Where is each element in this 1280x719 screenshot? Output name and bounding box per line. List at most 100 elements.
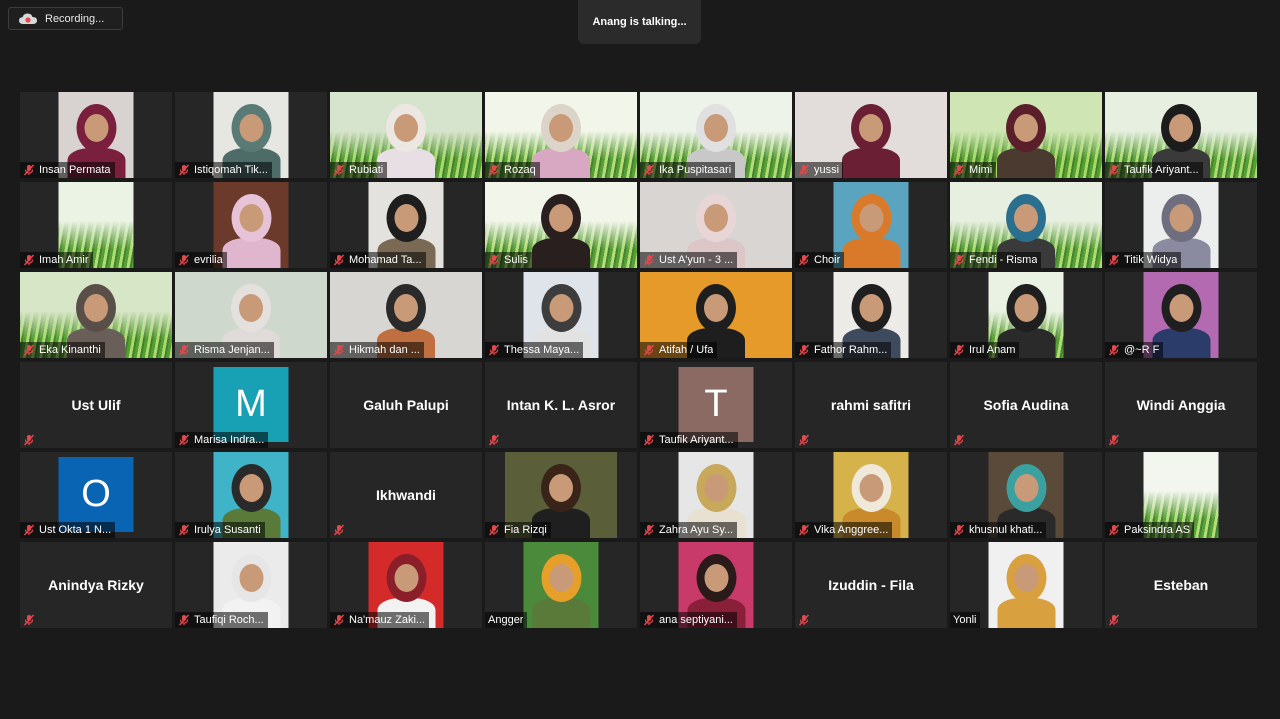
participant-name-label: Eka Kinanthi [20, 342, 105, 358]
participant-name-label: evrilia [175, 252, 227, 268]
participant-name: Zahra Ayu Sy... [659, 524, 734, 536]
participant-tile[interactable]: Fathor Rahm... [795, 272, 947, 358]
participant-tile[interactable]: Hikmah dan ... [330, 272, 482, 358]
participant-name-label: Hikmah dan ... [330, 342, 424, 358]
muted-mic-icon [488, 254, 500, 266]
participant-tile[interactable]: Eka Kinanthi [20, 272, 172, 358]
participant-name: Mimi [969, 164, 993, 176]
participant-tile[interactable]: Choir [795, 182, 947, 268]
participant-tile[interactable]: Irulya Susanti [175, 452, 327, 538]
participant-name: Fathor Rahm... [814, 344, 888, 356]
participant-name-label: Na'mauz Zaki... [330, 612, 430, 628]
muted-mic-icon [23, 344, 35, 356]
participant-name-label: Ust Okta 1 N... [20, 522, 116, 538]
participant-tile[interactable]: Irul Anam [950, 272, 1102, 358]
participant-name: Taufiqi Roch... [194, 614, 264, 626]
participant-tile[interactable]: Izuddin - Fila [795, 542, 947, 628]
participant-display-name: Anindya Rizky [48, 577, 144, 593]
participant-tile[interactable]: Ikhwandi [330, 452, 482, 538]
participant-tile[interactable]: Fia Rizqi [485, 452, 637, 538]
participant-tile[interactable]: Zahra Ayu Sy... [640, 452, 792, 538]
muted-mic-icon [178, 434, 190, 446]
participant-tile[interactable]: Esteban [1105, 542, 1257, 628]
muted-mic-icon [1108, 254, 1120, 266]
participant-name-label [795, 612, 814, 628]
participant-name-label: Irul Anam [950, 342, 1020, 358]
participant-tile[interactable]: T Taufik Ariyant... [640, 362, 792, 448]
muted-mic-icon [488, 164, 500, 176]
participant-tile[interactable]: rahmi safitri [795, 362, 947, 448]
participant-name: Titik Widya [1124, 254, 1178, 266]
participant-name: Na'mauz Zaki... [349, 614, 426, 626]
participant-avatar: T [678, 367, 754, 442]
participant-name: Istiqomah Tik... [194, 164, 268, 176]
participant-tile[interactable]: Fendi - Risma [950, 182, 1102, 268]
participant-name: Irulya Susanti [194, 524, 261, 536]
participant-name-label: Risma Jenjan... [175, 342, 274, 358]
muted-mic-icon [333, 344, 345, 356]
muted-mic-icon [953, 524, 965, 536]
participant-tile[interactable]: Insan Permata [20, 92, 172, 178]
muted-mic-icon [798, 164, 810, 176]
participant-name-label [330, 522, 349, 538]
participant-tile[interactable]: Sofia Audina [950, 362, 1102, 448]
participant-name-label: @~R F [1105, 342, 1164, 358]
participant-tile[interactable]: M Marisa Indra... [175, 362, 327, 448]
participant-tile[interactable]: Imah Amir [20, 182, 172, 268]
participant-tile[interactable]: Risma Jenjan... [175, 272, 327, 358]
participant-name-label: Marisa Indra... [175, 432, 269, 448]
participant-name: Paksindra AS [1124, 524, 1191, 536]
participant-tile[interactable]: O Ust Okta 1 N... [20, 452, 172, 538]
participant-tile[interactable]: Angger [485, 542, 637, 628]
participant-name-label: yussi [795, 162, 844, 178]
muted-mic-icon [178, 524, 190, 536]
participant-tile[interactable]: Galuh Palupi [330, 362, 482, 448]
recording-indicator[interactable]: Recording... [8, 7, 123, 30]
participant-tile[interactable]: Ust Ulif [20, 362, 172, 448]
participant-name: Marisa Indra... [194, 434, 265, 446]
participant-tile[interactable]: Vika Anggree... [795, 452, 947, 538]
participant-tile[interactable]: Thessa Maya... [485, 272, 637, 358]
participant-tile[interactable]: Atifah / Ufa [640, 272, 792, 358]
participant-tile[interactable]: Paksindra AS [1105, 452, 1257, 538]
participant-tile[interactable]: yussi [795, 92, 947, 178]
participant-name-label: Titik Widya [1105, 252, 1182, 268]
participant-tile[interactable]: evrilia [175, 182, 327, 268]
participant-tile[interactable]: khusnul khati... [950, 452, 1102, 538]
muted-mic-icon [953, 254, 965, 266]
participant-tile[interactable]: Intan K. L. Asror [485, 362, 637, 448]
participant-tile[interactable]: Mohamad Ta... [330, 182, 482, 268]
muted-mic-icon [1108, 344, 1120, 356]
participant-tile[interactable]: Yonli [950, 542, 1102, 628]
muted-mic-icon [1108, 614, 1120, 626]
participant-tile[interactable]: Ust A'yun - 3 ... [640, 182, 792, 268]
muted-mic-icon [643, 164, 655, 176]
participant-tile[interactable]: Rozaq [485, 92, 637, 178]
participant-name-label [795, 432, 814, 448]
participant-name: @~R F [1124, 344, 1160, 356]
participant-name-label: Taufik Ariyant... [1105, 162, 1203, 178]
participant-tile[interactable]: Titik Widya [1105, 182, 1257, 268]
participant-tile[interactable]: Na'mauz Zaki... [330, 542, 482, 628]
participant-display-name: Ust Ulif [71, 397, 121, 413]
participant-tile[interactable]: Sulis [485, 182, 637, 268]
muted-mic-icon [333, 524, 345, 536]
participant-tile[interactable]: Rubiati [330, 92, 482, 178]
muted-mic-icon [23, 524, 35, 536]
participant-tile[interactable]: Taufik Ariyant... [1105, 92, 1257, 178]
participant-tile[interactable]: Istiqomah Tik... [175, 92, 327, 178]
participant-tile[interactable]: Mimi [950, 92, 1102, 178]
participant-tile[interactable]: Windi Anggia [1105, 362, 1257, 448]
participant-tile[interactable]: ana septiyani... [640, 542, 792, 628]
participant-name: Taufik Ariyant... [659, 434, 734, 446]
participant-avatar: O [58, 457, 134, 532]
participant-name-label [20, 432, 39, 448]
participant-tile[interactable]: Ika Puspitasari [640, 92, 792, 178]
participant-name: khusnul khati... [969, 524, 1043, 536]
participant-tile[interactable]: Taufiqi Roch... [175, 542, 327, 628]
participant-tile[interactable]: @~R F [1105, 272, 1257, 358]
participant-display-name: Sofia Audina [983, 397, 1069, 413]
participant-tile[interactable]: Anindya Rizky [20, 542, 172, 628]
participant-name-label: Imah Amir [20, 252, 93, 268]
participant-name: Imah Amir [39, 254, 89, 266]
